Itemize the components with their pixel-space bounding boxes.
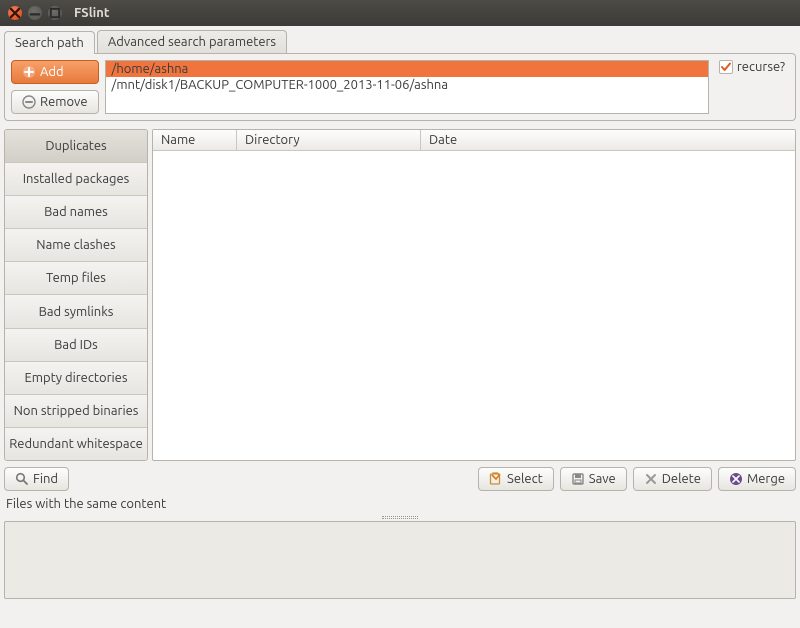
category-bad-symlinks[interactable]: Bad symlinks: [5, 295, 147, 328]
column-label: Date: [429, 133, 457, 147]
path-list[interactable]: /home/ashna /mnt/disk1/BACKUP_COMPUTER-1…: [105, 60, 709, 114]
tab-label: Advanced search parameters: [108, 35, 276, 49]
save-icon: [571, 472, 585, 486]
close-icon[interactable]: [8, 6, 22, 20]
delete-icon: [644, 472, 658, 486]
path-text: /mnt/disk1/BACKUP_COMPUTER-1000_2013-11-…: [112, 78, 449, 92]
button-label: Remove: [40, 95, 88, 109]
path-row[interactable]: /home/ashna: [106, 61, 708, 77]
category-non-stripped-binaries[interactable]: Non stripped binaries: [5, 395, 147, 428]
save-button[interactable]: Save: [560, 467, 627, 491]
column-headers: Name Directory Date: [153, 130, 795, 151]
pane-splitter[interactable]: [4, 513, 796, 521]
category-duplicates[interactable]: Duplicates: [5, 130, 147, 163]
tab-search-path[interactable]: Search path: [4, 31, 95, 54]
path-row[interactable]: /mnt/disk1/BACKUP_COMPUTER-1000_2013-11-…: [106, 77, 708, 93]
column-name[interactable]: Name: [153, 130, 237, 150]
merge-button[interactable]: Merge: [718, 467, 796, 491]
select-button[interactable]: Select: [478, 467, 554, 491]
recurse-option: recurse?: [715, 60, 789, 74]
window-title: FSlint: [74, 6, 109, 20]
column-date[interactable]: Date: [421, 130, 795, 150]
button-label: Delete: [662, 472, 701, 486]
category-label: Non stripped binaries: [14, 404, 139, 418]
recurse-label: recurse?: [737, 60, 785, 74]
output-pane[interactable]: [4, 521, 796, 599]
category-bad-ids[interactable]: Bad IDs: [5, 329, 147, 362]
find-button[interactable]: Find: [4, 467, 69, 491]
category-label: Empty directories: [25, 371, 128, 385]
tab-strip: Search path Advanced search parameters: [4, 30, 796, 53]
merge-icon: [729, 472, 743, 486]
tab-advanced[interactable]: Advanced search parameters: [97, 30, 287, 53]
category-label: Duplicates: [45, 139, 106, 153]
search-icon: [15, 472, 29, 486]
category-label: Bad names: [44, 205, 108, 219]
recurse-checkbox[interactable]: [719, 60, 733, 74]
grip-icon: [382, 516, 418, 519]
remove-button[interactable]: Remove: [11, 90, 99, 114]
minimize-icon[interactable]: [28, 6, 42, 20]
search-notebook: Search path Advanced search parameters A…: [4, 30, 796, 121]
category-bad-names[interactable]: Bad names: [5, 196, 147, 229]
titlebar: FSlint: [0, 0, 800, 26]
tab-body: Add Remove /home/ashna /mnt/disk1/BACKUP…: [4, 53, 796, 121]
delete-button[interactable]: Delete: [633, 467, 712, 491]
remove-icon: [22, 95, 36, 109]
category-name-clashes[interactable]: Name clashes: [5, 229, 147, 262]
add-button[interactable]: Add: [11, 60, 99, 84]
tab-label: Search path: [15, 36, 84, 50]
button-label: Find: [33, 472, 58, 486]
select-icon: [489, 472, 503, 486]
category-redundant-whitespace[interactable]: Redundant whitespace: [5, 428, 147, 460]
window-controls: [8, 6, 62, 20]
status-label: Files with the same content: [6, 497, 166, 511]
path-text: /home/ashna: [112, 62, 189, 76]
category-label: Bad symlinks: [39, 305, 114, 319]
button-label: Merge: [747, 472, 785, 486]
status-text: Files with the same content: [4, 495, 796, 513]
button-label: Save: [589, 472, 616, 486]
action-bar: Find Select Save Delete Merge: [4, 467, 796, 491]
column-label: Name: [161, 133, 195, 147]
results-body[interactable]: [153, 151, 795, 460]
category-installed-packages[interactable]: Installed packages: [5, 163, 147, 196]
results-table: Name Directory Date: [152, 129, 796, 461]
category-list: Duplicates Installed packages Bad names …: [4, 129, 148, 461]
maximize-icon[interactable]: [48, 6, 62, 20]
column-label: Directory: [245, 133, 300, 147]
category-label: Name clashes: [36, 238, 115, 252]
category-temp-files[interactable]: Temp files: [5, 262, 147, 295]
category-empty-directories[interactable]: Empty directories: [5, 362, 147, 395]
category-label: Redundant whitespace: [9, 437, 143, 451]
button-label: Select: [507, 472, 543, 486]
path-buttons: Add Remove: [11, 60, 99, 114]
category-label: Bad IDs: [54, 338, 98, 352]
main-area: Duplicates Installed packages Bad names …: [4, 129, 796, 461]
category-label: Installed packages: [23, 172, 130, 186]
add-icon: [22, 65, 36, 79]
button-label: Add: [40, 65, 64, 79]
column-directory[interactable]: Directory: [237, 130, 421, 150]
category-label: Temp files: [46, 271, 106, 285]
